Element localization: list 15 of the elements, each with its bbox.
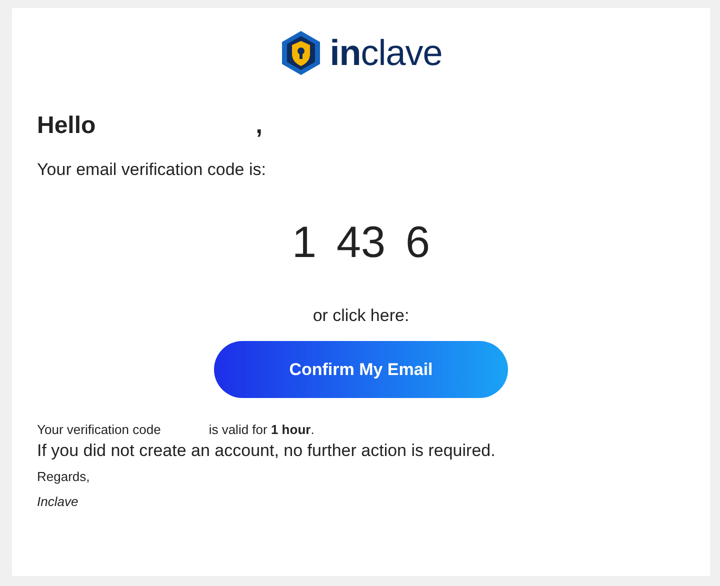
notice-text: If you did not create an account, no further action is required. (37, 441, 496, 461)
code-digits: 43 (336, 218, 386, 268)
confirm-email-button[interactable]: Confirm My Email (214, 341, 508, 398)
code-digits: 1 (292, 218, 317, 268)
greeting: Hello (37, 112, 96, 140)
signature-text: Inclave (37, 494, 80, 509)
intro-text: Your email verification code is: (37, 160, 267, 180)
regards-text: Regards, (37, 469, 91, 484)
validity-text: is valid for 1 hour. (208, 422, 314, 437)
validity-text: Your verification code (37, 422, 161, 437)
greeting-comma: , (256, 112, 262, 140)
logo-wordmark: inclave (330, 32, 442, 74)
shield-logo-icon (280, 30, 322, 76)
click-prompt: or click here: (312, 306, 410, 325)
code-digits: 6 (405, 218, 430, 268)
